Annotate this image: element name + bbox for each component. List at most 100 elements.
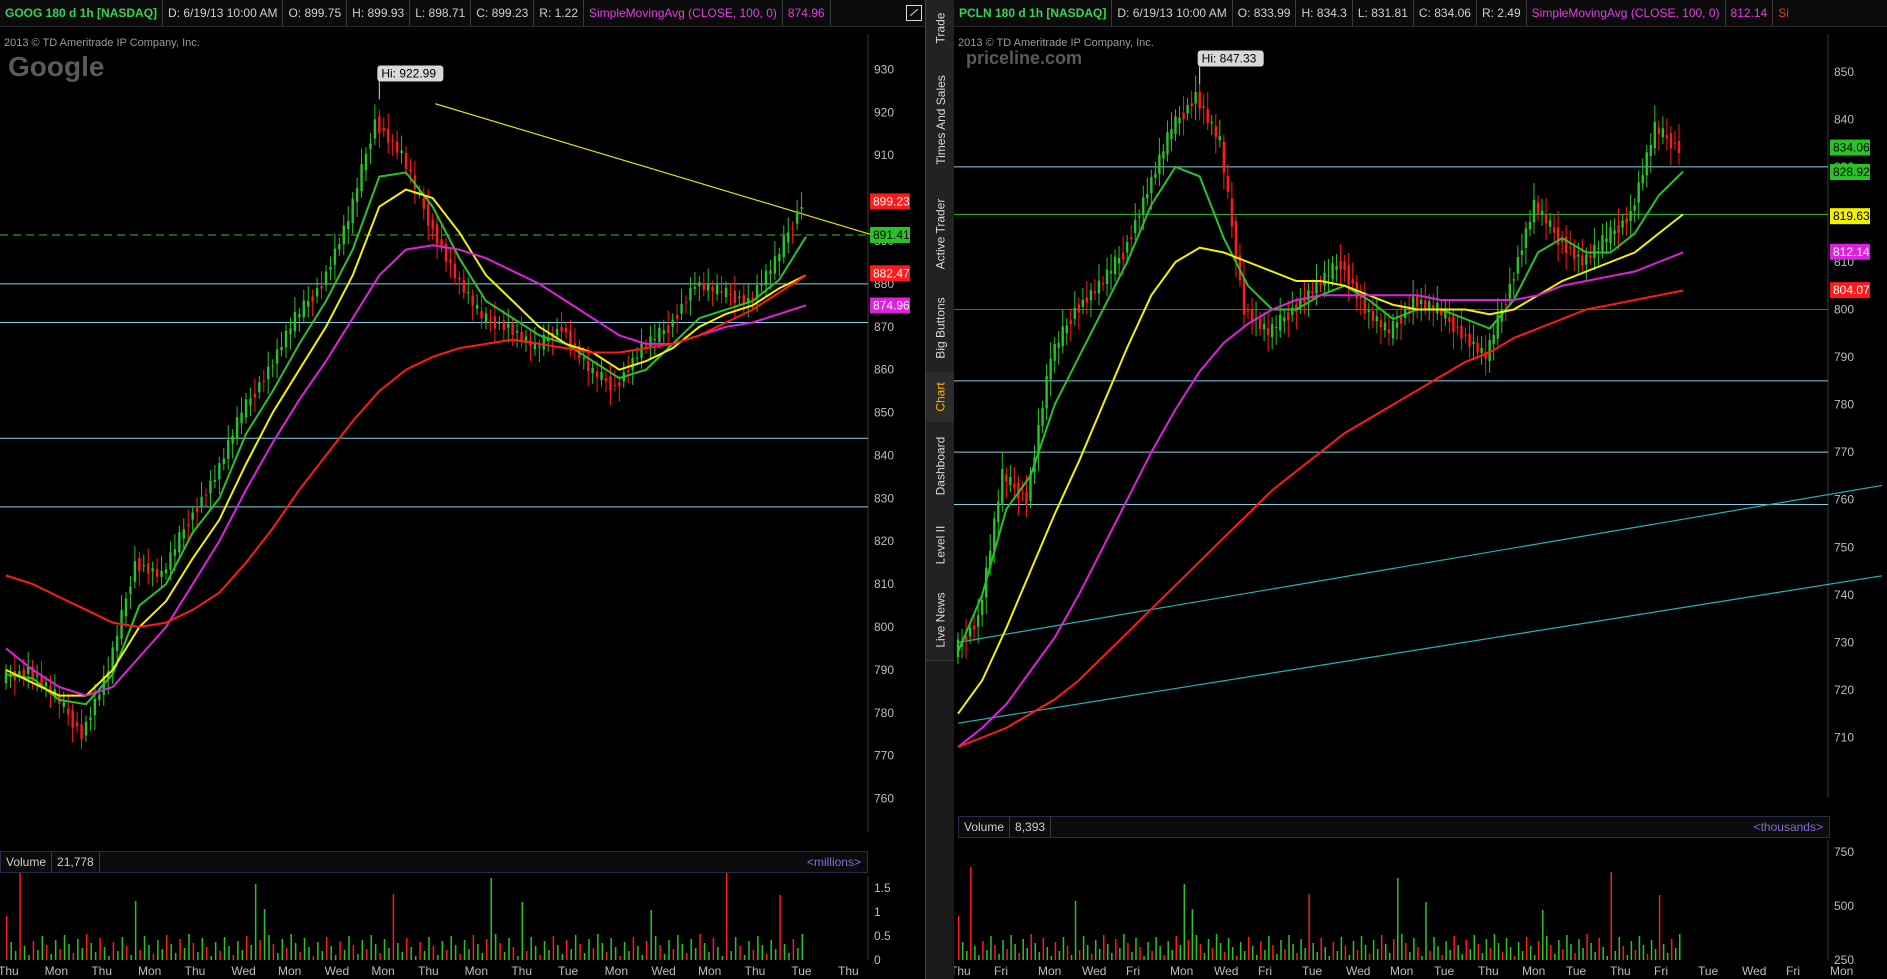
candle-body <box>507 323 510 328</box>
candle-body <box>1371 310 1375 321</box>
volume-bar <box>326 937 328 960</box>
y-tick-label: 850 <box>874 406 894 420</box>
volume-bar <box>1397 878 1399 960</box>
candle-body <box>475 304 479 309</box>
volume-bar <box>1094 940 1097 960</box>
candle-body <box>1415 296 1419 307</box>
candle-body <box>782 236 785 258</box>
price-badge-label: 899.23 <box>873 194 910 208</box>
volume-bar <box>1372 940 1375 960</box>
candle-body <box>204 494 208 496</box>
candle-body <box>1274 327 1278 329</box>
volume-bar <box>86 934 88 960</box>
candle-body <box>307 301 310 307</box>
tab-big-buttons[interactable]: Big Buttons <box>926 284 955 373</box>
volume-bar <box>148 945 150 960</box>
volume-bar <box>1086 945 1089 960</box>
candle-body <box>1677 140 1681 153</box>
volume-bar <box>214 942 217 960</box>
candle-body <box>209 480 212 494</box>
candle-body <box>155 568 159 577</box>
volume-bar <box>357 954 359 960</box>
tab-dashboard[interactable]: Dashboard <box>926 422 955 511</box>
volume-bar <box>414 956 417 960</box>
volume-bar <box>188 934 190 960</box>
volume-bar <box>468 949 470 960</box>
volume-bar <box>1646 954 1649 960</box>
candle-body <box>711 287 714 292</box>
volume-bar <box>1638 936 1641 960</box>
candle-body <box>1476 342 1479 353</box>
volume-bar <box>1558 940 1560 960</box>
volume-bar <box>166 935 168 960</box>
volume-bar <box>6 916 8 960</box>
candle-body <box>733 290 737 303</box>
volume-bar <box>197 952 199 960</box>
volume-bar <box>1159 946 1161 960</box>
candle-body <box>1492 335 1495 344</box>
x-tick-label: Tue <box>791 964 812 978</box>
candle-body <box>520 331 523 341</box>
volume-bar <box>1235 956 1238 960</box>
volume-bar <box>503 952 506 960</box>
y-tick-label: 710 <box>1834 730 1854 744</box>
candle-body <box>222 458 225 464</box>
candle-body <box>698 282 701 287</box>
tab-chart[interactable]: Chart <box>926 372 955 423</box>
tab-times-and-sales[interactable]: Times And Sales <box>926 56 955 185</box>
volume-bar <box>388 948 390 960</box>
volume-bar <box>1300 939 1302 960</box>
candle-body <box>787 232 790 243</box>
volume-bar <box>1324 947 1327 960</box>
volume-bar <box>286 948 288 960</box>
candle-body <box>1383 322 1387 331</box>
volume-bar <box>1364 945 1367 960</box>
volume-bar <box>757 936 759 960</box>
candle-body <box>1436 302 1439 314</box>
candle-body <box>382 127 385 131</box>
volume-bar <box>686 953 688 960</box>
candle-body <box>1399 317 1403 324</box>
candle-body <box>640 343 643 359</box>
candle-body <box>1395 322 1399 328</box>
candle-body <box>502 320 505 330</box>
volume-bar <box>1062 937 1065 960</box>
candle-body <box>458 277 461 280</box>
candle-body <box>1214 125 1217 137</box>
candle-body <box>35 675 39 677</box>
x-tick-label: Wed <box>325 964 349 978</box>
volume-bar <box>543 941 546 960</box>
tab-level-ii[interactable]: Level II <box>926 510 955 581</box>
volume-bar <box>962 942 964 960</box>
candle-body <box>689 287 692 301</box>
candle-body <box>729 293 732 296</box>
candle-body <box>1198 91 1201 109</box>
x-tick-label: Mon <box>45 964 68 978</box>
y-tick-label: 840 <box>1834 112 1854 126</box>
candle-body <box>631 358 634 370</box>
candle-body <box>1049 358 1052 380</box>
volume-bar <box>677 935 679 960</box>
candle-body <box>173 549 177 556</box>
volume-bar <box>1038 952 1041 960</box>
tab-trade[interactable]: Trade <box>926 0 955 57</box>
volume-bar <box>1566 935 1568 960</box>
tab-active-trader[interactable]: Active Trader <box>926 184 955 285</box>
volume-bar <box>1586 934 1588 960</box>
candle-body <box>720 291 723 293</box>
volume-bar <box>1662 944 1665 960</box>
volume-bar <box>1614 951 1617 960</box>
tab-live-news[interactable]: Live News <box>926 580 955 661</box>
candle-body <box>1085 297 1089 303</box>
candle-body <box>1379 320 1383 328</box>
volume-bar <box>1058 951 1061 960</box>
volume-bar <box>339 941 341 960</box>
pcln-volume-header: Volume 8,393 <thousands> <box>958 816 1830 838</box>
volume-bar <box>619 956 621 960</box>
candle-body <box>671 319 674 327</box>
candle-body <box>133 561 137 582</box>
volume-bar <box>1328 956 1331 960</box>
volume-bar <box>1425 902 1427 960</box>
goog-price-chart[interactable]: 9309209109008908808708608508408308208108… <box>0 0 925 979</box>
volume-bar <box>481 953 484 960</box>
